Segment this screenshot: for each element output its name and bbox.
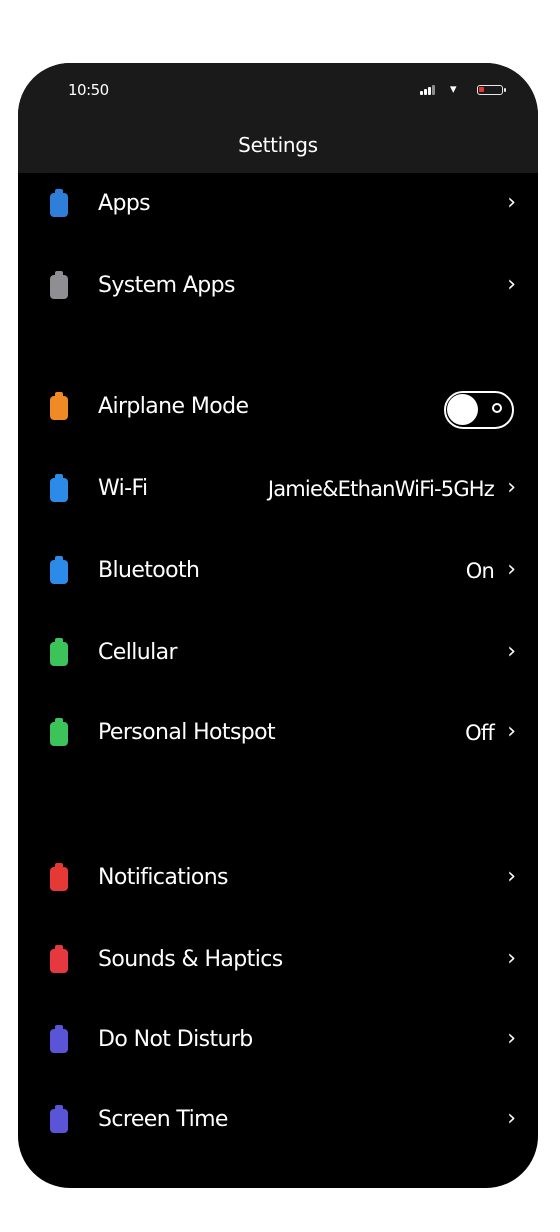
settings-row-airplane-mode[interactable]: Airplane Mode — [18, 376, 538, 440]
chevron-right-icon: › — [507, 190, 516, 215]
settings-row-system-apps[interactable]: System Apps › — [18, 255, 538, 319]
settings-row-do-not-disturb[interactable]: Do Not Disturb › — [18, 1009, 538, 1073]
nav-bar: Settings — [18, 111, 538, 173]
settings-row-label: Screen Time — [98, 1107, 228, 1132]
app-store-icon — [50, 189, 68, 217]
settings-row-label: Wi-Fi — [98, 476, 148, 501]
toggle-knob — [447, 394, 478, 425]
phone-screen: 10:50 ▾ Settings Apps › System Apps › Airpla… — [18, 63, 538, 1188]
wifi-icon — [50, 474, 68, 502]
chevron-right-icon: › — [507, 475, 516, 500]
notifications-icon — [50, 863, 68, 891]
settings-row-label: Notifications — [98, 865, 229, 890]
settings-row-label: Bluetooth — [98, 558, 200, 583]
gear-icon — [50, 271, 68, 299]
settings-row-label: Personal Hotspot — [98, 720, 276, 745]
bluetooth-icon — [50, 556, 68, 584]
chevron-right-icon: › — [507, 639, 516, 664]
chevron-right-icon: › — [507, 946, 516, 971]
settings-row-sounds-haptics[interactable]: Sounds & Haptics › — [18, 929, 538, 993]
status-bar: 10:50 ▾ — [18, 63, 538, 111]
chevron-right-icon: › — [507, 719, 516, 744]
settings-row-value: Jamie&EthanWiFi-5GHz — [267, 477, 495, 501]
chevron-right-icon: › — [507, 272, 516, 297]
battery-icon — [477, 85, 506, 95]
settings-row-label: Airplane Mode — [98, 394, 249, 419]
settings-row-notifications[interactable]: Notifications › — [18, 847, 538, 911]
settings-row-screen-time[interactable]: Screen Time › — [18, 1089, 538, 1153]
signal-icon — [420, 85, 435, 95]
chevron-right-icon: › — [507, 1026, 516, 1051]
settings-row-cellular[interactable]: Cellular › — [18, 622, 538, 686]
toggle-off-indicator — [492, 403, 502, 413]
settings-row-value: Off — [465, 721, 495, 745]
hotspot-icon — [50, 718, 68, 746]
airplane-icon — [50, 392, 68, 420]
moon-icon — [50, 1025, 68, 1053]
status-time: 10:50 — [68, 81, 109, 99]
chevron-right-icon: › — [507, 557, 516, 582]
airplane-mode-toggle[interactable] — [444, 391, 514, 429]
wifi-status-icon: ▾ — [450, 82, 457, 97]
settings-row-personal-hotspot[interactable]: Personal Hotspot Off › — [18, 702, 538, 766]
hourglass-icon — [50, 1105, 68, 1133]
page-title: Settings — [238, 133, 318, 157]
settings-row-apps[interactable]: Apps › — [18, 173, 538, 237]
cellular-icon — [50, 638, 68, 666]
settings-row-wi-fi[interactable]: Wi-Fi Jamie&EthanWiFi-5GHz › — [18, 458, 538, 522]
chevron-right-icon: › — [507, 864, 516, 889]
chevron-right-icon: › — [507, 1106, 516, 1131]
settings-row-label: Sounds & Haptics — [98, 947, 283, 972]
settings-row-bluetooth[interactable]: Bluetooth On › — [18, 540, 538, 604]
speaker-icon — [50, 945, 68, 973]
settings-row-label: Do Not Disturb — [98, 1027, 253, 1052]
settings-row-label: System Apps — [98, 273, 235, 298]
settings-row-value: On — [465, 559, 495, 583]
settings-row-label: Cellular — [98, 640, 178, 665]
settings-row-label: Apps — [98, 191, 151, 216]
